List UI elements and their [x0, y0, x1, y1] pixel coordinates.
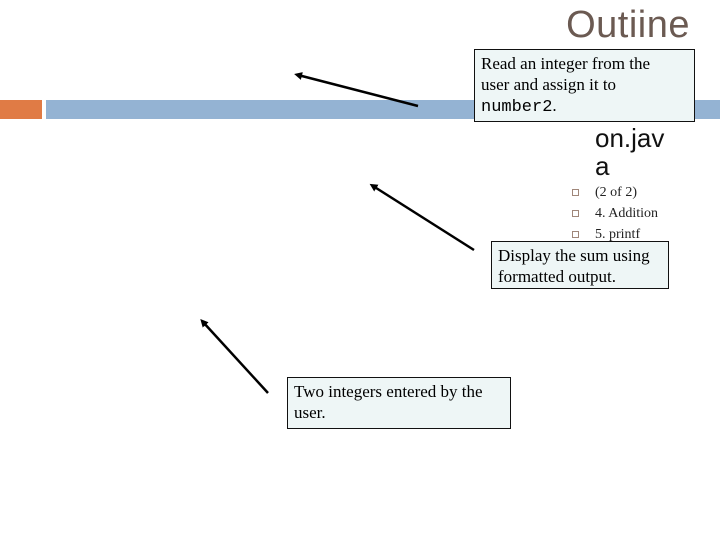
arrow-display-icon: [369, 183, 475, 252]
bullet-label: (2 of 2): [595, 184, 637, 200]
slide-title: Outiine: [566, 4, 690, 46]
bullet-item: 4. Addition: [570, 203, 658, 224]
slide-body-text: on.jav a: [595, 124, 705, 180]
callout-display-sum: Display the sum using formatted output.: [491, 241, 669, 289]
callout-read-line-3: number2.: [481, 95, 688, 118]
square-bullet-icon: [572, 231, 579, 238]
callout-read-code: number2: [481, 98, 553, 117]
bullet-item: (2 of 2): [570, 182, 658, 203]
accent-bar-orange: [0, 100, 42, 119]
callout-read-line-1: Read an integer from the: [481, 54, 650, 73]
callout-two-line-1: Two integers entered by the: [294, 382, 483, 401]
body-text-line-2: a: [595, 151, 610, 181]
callout-read-line-2: user and assign it to: [481, 75, 617, 94]
callout-display-line-1: Display the sum using: [498, 246, 650, 265]
bullet-list: (2 of 2) 4. Addition 5. printf: [570, 182, 658, 245]
callout-read-integer: Read an integer from the user and assign…: [474, 49, 695, 122]
square-bullet-icon: [572, 189, 579, 196]
arrow-two-icon: [200, 319, 269, 394]
callout-display-line-2: formatted output.: [498, 267, 617, 286]
bullet-label: 4. Addition: [595, 205, 659, 221]
callout-read-code-suffix: .: [552, 96, 557, 115]
body-text-line-1: on.jav: [595, 123, 665, 153]
square-bullet-icon: [572, 210, 579, 217]
callout-two-line-2: user.: [294, 403, 326, 422]
callout-two-integers: Two integers entered by the user.: [287, 377, 511, 429]
